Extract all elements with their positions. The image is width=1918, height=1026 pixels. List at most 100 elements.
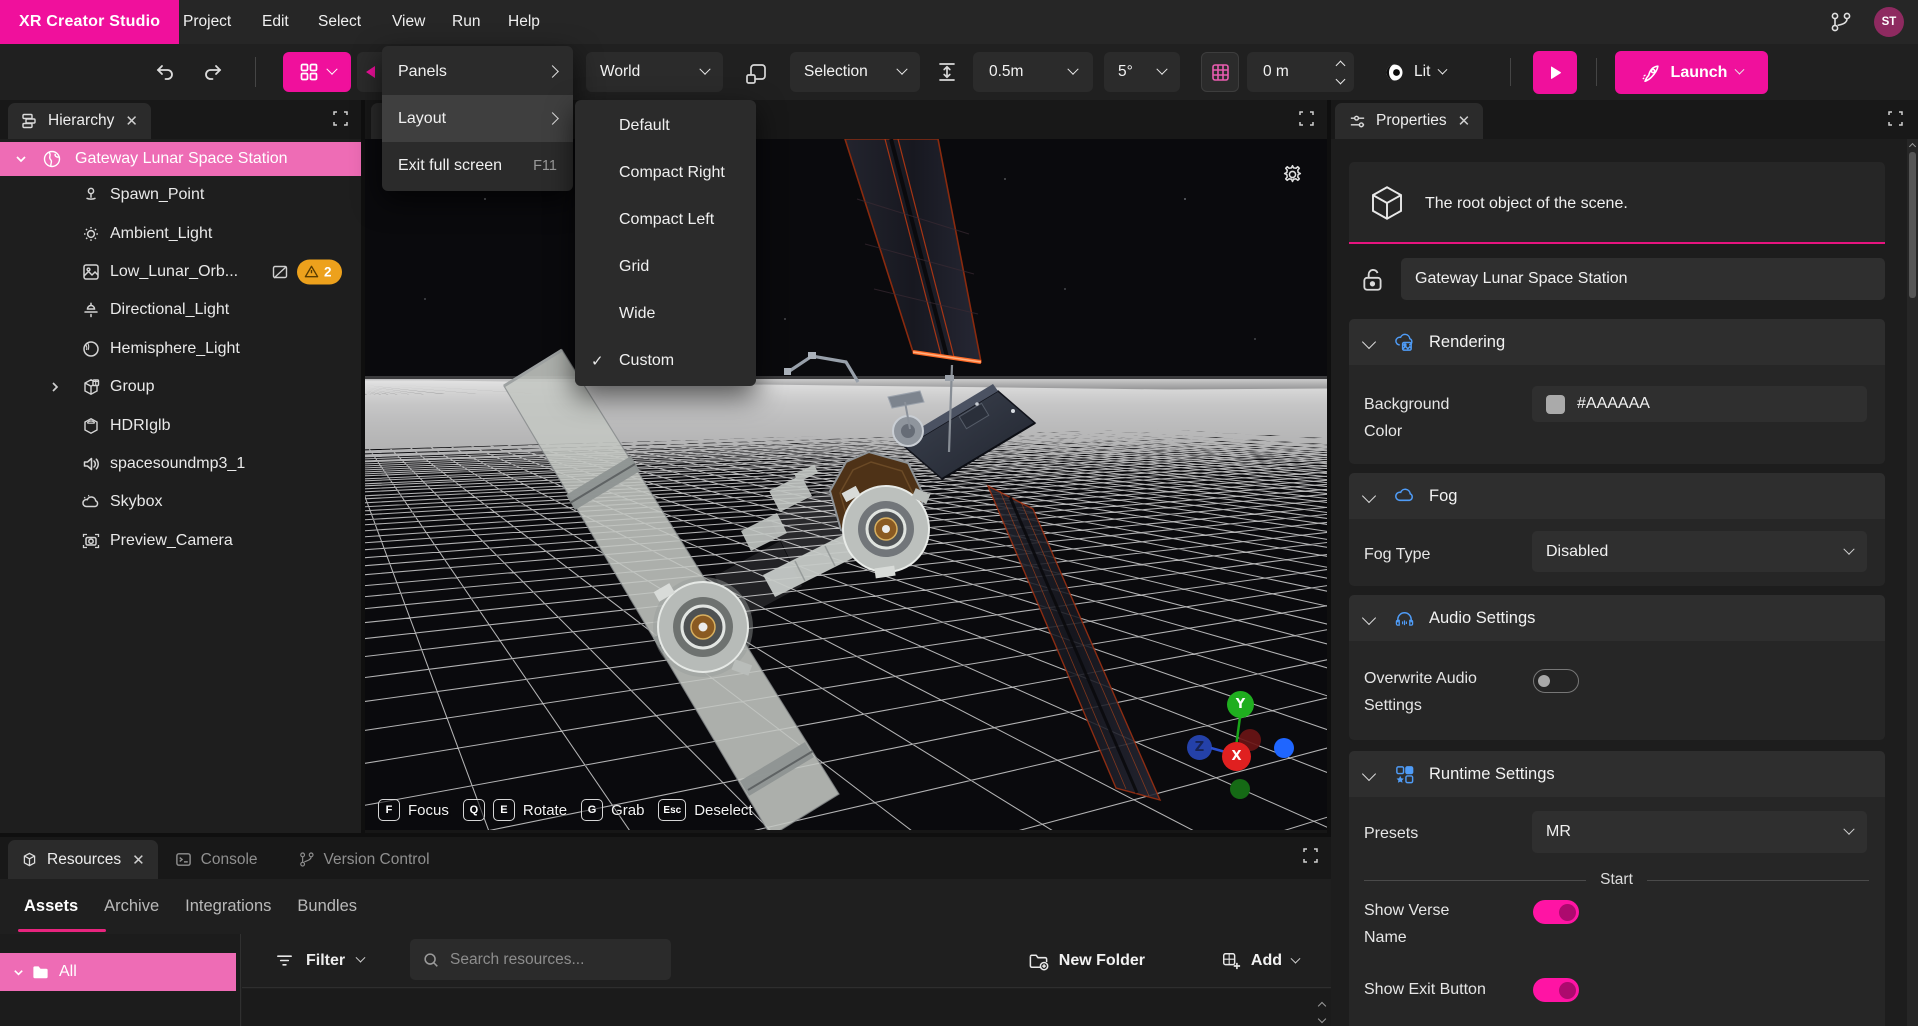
background-color-input[interactable]: #AAAAAA bbox=[1532, 386, 1867, 422]
toolbar-separator bbox=[1510, 58, 1511, 86]
app-logo[interactable]: XR Creator Studio bbox=[0, 0, 179, 44]
tree-row[interactable]: Group bbox=[0, 368, 361, 406]
tree-row[interactable]: Spawn_Point bbox=[0, 176, 361, 214]
fullscreen-icon[interactable] bbox=[1302, 847, 1319, 864]
fullscreen-icon[interactable] bbox=[1887, 110, 1904, 127]
world-dropdown[interactable]: World bbox=[586, 52, 723, 92]
mini-scrollbar[interactable] bbox=[1316, 1003, 1328, 1022]
snap-grid-button[interactable] bbox=[1201, 52, 1239, 92]
height-value-stepper[interactable]: 0 m bbox=[1247, 52, 1354, 92]
tree-row[interactable]: Ambient_Light bbox=[0, 214, 361, 252]
color-swatch[interactable] bbox=[1546, 395, 1565, 414]
cube-icon bbox=[1366, 182, 1408, 224]
overwrite-audio-toggle[interactable] bbox=[1533, 669, 1579, 693]
menu-item-layout[interactable]: Layout bbox=[382, 95, 573, 142]
menu-help[interactable]: Help bbox=[508, 0, 540, 44]
tree-item-label: HDRIglb bbox=[110, 417, 170, 435]
section-rendering-header[interactable]: Rendering bbox=[1349, 319, 1885, 365]
selection-dropdown[interactable]: Selection bbox=[790, 52, 920, 92]
subtab-bundles[interactable]: Bundles bbox=[297, 897, 357, 916]
submenu-item-wide[interactable]: Wide bbox=[575, 290, 756, 337]
menu-item-exit-fullscreen[interactable]: Exit full screenF11 bbox=[382, 142, 573, 189]
fog-type-select[interactable]: Disabled bbox=[1532, 531, 1867, 572]
menu-view[interactable]: View bbox=[392, 0, 425, 44]
menu-edit[interactable]: Edit bbox=[262, 0, 289, 44]
scene-settings-gear-icon[interactable] bbox=[1281, 163, 1304, 186]
unlock-icon[interactable] bbox=[1360, 265, 1386, 295]
tab-version-control[interactable]: Version Control bbox=[285, 840, 443, 879]
close-icon[interactable]: ✕ bbox=[132, 851, 145, 869]
submenu-item-default[interactable]: Default bbox=[575, 102, 756, 149]
subtab-integrations[interactable]: Integrations bbox=[185, 897, 271, 916]
warning-badge[interactable]: 2 bbox=[297, 259, 342, 284]
show-exit-label: Show Exit Button bbox=[1364, 976, 1486, 1003]
section-audio-header[interactable]: Audio Settings bbox=[1349, 595, 1885, 641]
play-button[interactable] bbox=[1533, 51, 1577, 94]
scene-3d-view[interactable]: Y Z X F Focus Q E Rotate G Grab Esc Dese… bbox=[365, 139, 1327, 830]
search-box[interactable] bbox=[410, 939, 671, 980]
chevron-right-icon[interactable] bbox=[48, 380, 62, 394]
add-button[interactable]: Add bbox=[1221, 934, 1299, 988]
filter-button[interactable]: Filter bbox=[275, 951, 364, 970]
tab-properties[interactable]: Properties ✕ bbox=[1335, 103, 1483, 139]
avatar[interactable]: ST bbox=[1874, 7, 1904, 37]
show-verse-toggle[interactable] bbox=[1533, 900, 1579, 924]
layout-grid-button[interactable] bbox=[283, 52, 351, 92]
tab-hierarchy[interactable]: Hierarchy ✕ bbox=[8, 103, 151, 139]
tree-row[interactable]: Skybox bbox=[0, 483, 361, 521]
height-range-icon[interactable] bbox=[936, 61, 958, 83]
chevron-down-icon bbox=[12, 966, 25, 979]
hidden-icon[interactable] bbox=[271, 263, 289, 281]
scrollbar-thumb[interactable] bbox=[1909, 152, 1916, 298]
submenu-item-custom[interactable]: ✓ Custom bbox=[575, 337, 756, 384]
tree-row[interactable]: Low_Lunar_Orb... 2 bbox=[0, 253, 361, 291]
toolbar: World Selection 0.5m 5° 0 m bbox=[0, 44, 1918, 100]
tree-row[interactable]: Directional_Light bbox=[0, 291, 361, 329]
chevron-down-icon bbox=[14, 152, 28, 166]
tree-row[interactable]: spacesoundmp3_1 bbox=[0, 445, 361, 483]
pivot-icon[interactable] bbox=[743, 61, 769, 87]
close-icon[interactable]: ✕ bbox=[125, 112, 138, 130]
grid-step-dropdown[interactable]: 0.5m bbox=[973, 52, 1093, 92]
menu-project[interactable]: Project bbox=[183, 0, 231, 44]
tree-row[interactable]: HDRIglb bbox=[0, 406, 361, 444]
object-name-input[interactable]: Gateway Lunar Space Station bbox=[1401, 258, 1885, 300]
redo-icon[interactable] bbox=[201, 60, 225, 84]
close-icon[interactable]: ✕ bbox=[1458, 112, 1471, 130]
keycap-e: E bbox=[493, 799, 515, 821]
subtab-archive[interactable]: Archive bbox=[104, 897, 159, 916]
tab-resources[interactable]: Resources ✕ bbox=[8, 840, 158, 879]
presets-select[interactable]: MR bbox=[1532, 811, 1867, 853]
tool-button-partial[interactable] bbox=[357, 52, 383, 92]
subtab-assets[interactable]: Assets bbox=[24, 897, 78, 916]
angle-step-dropdown[interactable]: 5° bbox=[1104, 52, 1180, 92]
tree-item-all[interactable]: All bbox=[0, 953, 236, 991]
rendering-icon bbox=[1394, 332, 1415, 353]
submenu-item-compact-left[interactable]: Compact Left bbox=[575, 196, 756, 243]
shading-dropdown[interactable]: Lit bbox=[1384, 52, 1446, 92]
search-input[interactable] bbox=[450, 951, 650, 969]
gizmo-x-handle[interactable]: X bbox=[1222, 742, 1251, 771]
tree-row[interactable]: Hemisphere_Light bbox=[0, 330, 361, 368]
branch-icon[interactable] bbox=[1830, 11, 1852, 33]
menu-run[interactable]: Run bbox=[452, 0, 480, 44]
section-runtime-header[interactable]: Runtime Settings bbox=[1349, 751, 1885, 797]
menu-item-panels[interactable]: Panels bbox=[382, 48, 573, 95]
resources-empty-area[interactable] bbox=[242, 989, 1331, 1026]
tree-row-root[interactable]: Gateway Lunar Space Station bbox=[0, 142, 361, 176]
tab-console[interactable]: Console bbox=[162, 840, 271, 879]
menu-select[interactable]: Select bbox=[318, 0, 361, 44]
submenu-item-compact-right[interactable]: Compact Right bbox=[575, 149, 756, 196]
gizmo-y-handle[interactable]: Y bbox=[1227, 691, 1254, 718]
submenu-item-grid[interactable]: Grid bbox=[575, 243, 756, 290]
section-fog-header[interactable]: Fog bbox=[1349, 473, 1885, 519]
new-folder-button[interactable]: New Folder bbox=[1028, 934, 1145, 988]
show-exit-toggle[interactable] bbox=[1533, 978, 1579, 1002]
tree-row[interactable]: Preview_Camera bbox=[0, 522, 361, 560]
properties-scrollbar[interactable] bbox=[1907, 139, 1918, 1026]
undo-icon[interactable] bbox=[153, 60, 177, 84]
gizmo-z-handle[interactable]: Z bbox=[1187, 735, 1212, 760]
fullscreen-icon[interactable] bbox=[332, 110, 349, 127]
launch-button[interactable]: Launch bbox=[1615, 51, 1768, 94]
fullscreen-icon[interactable] bbox=[1298, 110, 1315, 127]
